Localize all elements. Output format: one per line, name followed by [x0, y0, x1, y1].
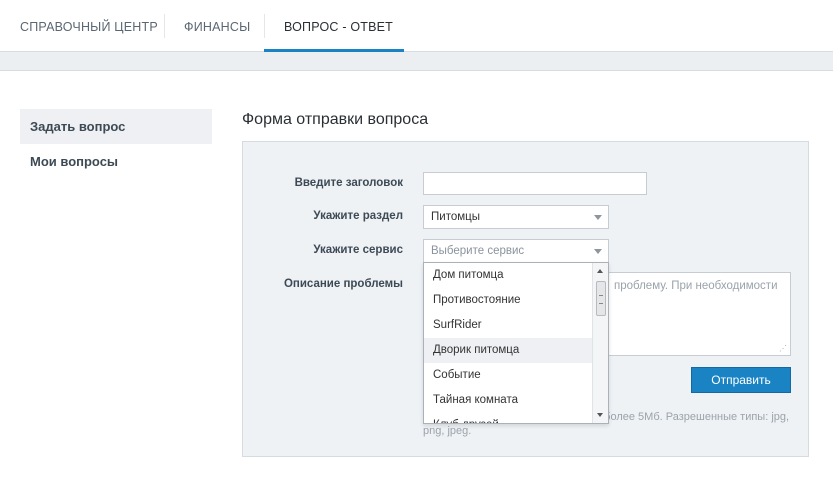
dropdown-option[interactable]: Клуб друзей — [424, 413, 594, 423]
main-panel: Задать вопрос Мои вопросы Форма отправки… — [0, 70, 833, 479]
dropdown-option-hovered[interactable]: Дворик питомца — [424, 338, 594, 363]
scroll-thumb[interactable] — [596, 281, 606, 316]
dropdown-option[interactable]: Противостояние — [424, 288, 594, 313]
active-tab-indicator — [264, 49, 404, 52]
chevron-down-icon — [588, 240, 608, 262]
title-label: Введите заголовок — [294, 177, 403, 189]
dropdown-option[interactable]: Дом питомца — [424, 263, 594, 288]
section-select-value: Питомцы — [431, 211, 480, 223]
service-select[interactable]: Выберите сервис — [423, 239, 609, 263]
chevron-down-icon — [588, 206, 608, 228]
dropdown-scrollbar[interactable] — [592, 263, 608, 423]
dropdown-option[interactable]: SurfRider — [424, 313, 594, 338]
resize-grip-icon[interactable]: ⋰ — [779, 344, 788, 353]
top-nav: Справочный центр Финансы Вопрос - ответ — [0, 0, 833, 52]
sidebar-item-ask-question[interactable]: Задать вопрос — [20, 109, 212, 144]
description-placeholder: проблему. При необходимости — [614, 280, 778, 292]
submit-button[interactable]: Отправить — [691, 367, 791, 393]
section-select[interactable]: Питомцы — [423, 205, 609, 229]
service-label: Укажите сервис — [313, 244, 403, 256]
description-label: Описание проблемы — [283, 278, 403, 290]
scroll-up-icon[interactable] — [593, 265, 608, 277]
tab-divider — [264, 14, 265, 38]
title-input[interactable] — [423, 172, 647, 195]
dropdown-option[interactable]: Событие — [424, 363, 594, 388]
tab-question-answer[interactable]: Вопрос - ответ — [284, 0, 393, 52]
tab-help-center[interactable]: Справочный центр — [20, 0, 158, 52]
section-label: Укажите раздел — [313, 210, 403, 222]
service-dropdown-list[interactable]: Дом питомца Противостояние SurfRider Дво… — [423, 262, 609, 424]
scroll-down-icon[interactable] — [593, 409, 608, 421]
dropdown-option[interactable]: Тайная комната — [424, 388, 594, 413]
sidebar-item-my-questions[interactable]: Мои вопросы — [20, 144, 212, 179]
form-title: Форма отправки вопроса — [242, 111, 429, 128]
tab-divider — [164, 14, 165, 38]
service-select-placeholder: Выберите сервис — [431, 245, 525, 257]
tab-finance[interactable]: Финансы — [184, 0, 250, 52]
